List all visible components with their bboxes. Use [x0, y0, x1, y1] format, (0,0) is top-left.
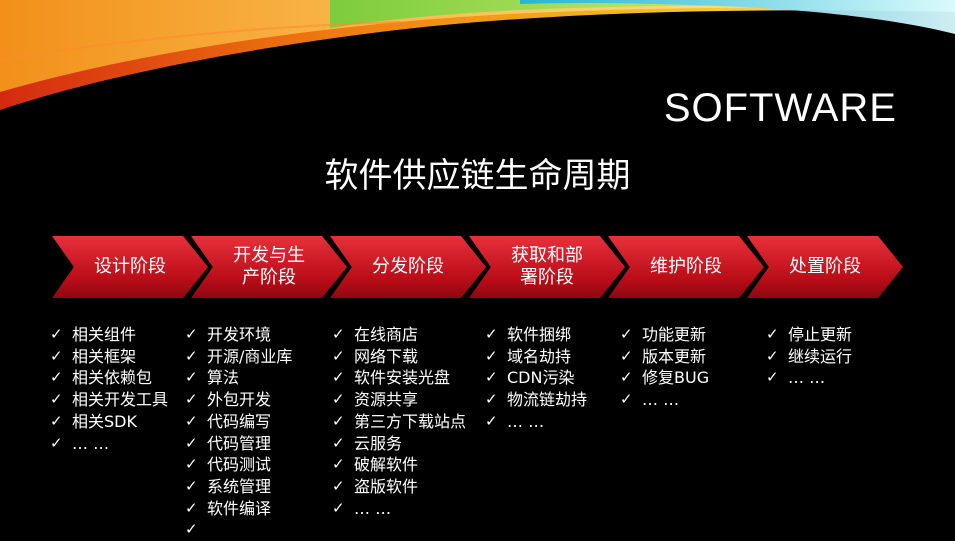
checklist-item: 域名劫持	[485, 346, 620, 368]
checklist-item: CDN污染	[485, 367, 620, 389]
stage-chevron-acquisition: 获取和部 署阶段	[469, 236, 625, 298]
stage-list-distribution: 在线商店网络下载软件安装光盘资源共享第三方下载站点云服务破解软件盗版软件… …	[332, 324, 472, 519]
checklist-item: 开发环境	[185, 324, 320, 346]
brand-title: SOFTWARE	[663, 86, 897, 130]
checklist-item: 破解软件	[332, 454, 472, 476]
checklist-item: 物流链劫持	[485, 389, 620, 411]
stage-list-acquisition: 软件捆绑域名劫持CDN污染物流链劫持… …	[485, 324, 620, 433]
checklist-item: 软件编译	[185, 498, 320, 520]
page-title: 软件供应链生命周期	[324, 156, 631, 196]
stage-chevron-distribution: 分发阶段	[330, 236, 486, 298]
checklist-item: … …	[485, 411, 620, 433]
checklist-item: 资源共享	[332, 389, 472, 411]
checklist-item: 外包开发	[185, 389, 320, 411]
stage-label: 维护阶段	[650, 256, 722, 277]
stage-list-disposal: 停止更新继续运行… …	[766, 324, 901, 389]
checklist-item: 云服务	[332, 433, 472, 455]
checklist-item: 相关依赖包	[50, 367, 185, 389]
checklist-item: 开源/商业库	[185, 346, 320, 368]
stage-label: 开发与生 产阶段	[233, 245, 305, 288]
stage-chevron-maintenance: 维护阶段	[608, 236, 764, 298]
checklist-item: 继续运行	[766, 346, 901, 368]
checklist-item: 版本更新	[620, 346, 755, 368]
checklist-item: 代码测试	[185, 454, 320, 476]
stage-label: 设计阶段	[94, 256, 166, 277]
checklist-item: 修复BUG	[620, 367, 755, 389]
stage-chevron-design: 设计阶段	[52, 236, 208, 298]
stage-label: 分发阶段	[372, 256, 444, 277]
stage-label: 获取和部 署阶段	[511, 245, 583, 288]
checklist-item: 代码管理	[185, 433, 320, 455]
checklist-item: 盗版软件	[332, 476, 472, 498]
checklist-item: … …	[766, 367, 901, 389]
stage-chevron-disposal: 处置阶段	[747, 236, 903, 298]
checklist-item: 网络下载	[332, 346, 472, 368]
checklist-item: 系统管理	[185, 476, 320, 498]
checklist-item: 算法	[185, 367, 320, 389]
checklist-item: 第三方下载站点	[332, 411, 472, 433]
checklist-item: 代码编写	[185, 411, 320, 433]
stage-list-maintenance: 功能更新版本更新修复BUG… …	[620, 324, 755, 411]
stage-list-design: 相关组件相关框架相关依赖包相关开发工具相关SDK… …	[50, 324, 185, 454]
checklist-item: 在线商店	[332, 324, 472, 346]
stage-chevron-row: 设计阶段 开发与生 产阶段 分发阶段 获取和部 署阶段 维护阶段 处置阶段	[52, 236, 912, 300]
checklist-item: … …	[332, 498, 472, 520]
checklist-item: … …	[620, 389, 755, 411]
checklist-item: 相关框架	[50, 346, 185, 368]
stage-label: 处置阶段	[789, 256, 861, 277]
stage-chevron-development: 开发与生 产阶段	[191, 236, 347, 298]
checklist-item: 相关开发工具	[50, 389, 185, 411]
checklist-item: 相关组件	[50, 324, 185, 346]
checklist-item: 软件捆绑	[485, 324, 620, 346]
checklist-item: … …	[50, 433, 185, 455]
checklist-item: 相关SDK	[50, 411, 185, 433]
checklist-item: ​	[185, 519, 320, 541]
checklist-item: 功能更新	[620, 324, 755, 346]
checklist-item: 软件安装光盘	[332, 367, 472, 389]
checklist-item: 停止更新	[766, 324, 901, 346]
stage-list-development: 开发环境开源/商业库算法外包开发代码编写代码管理代码测试系统管理软件编译​	[185, 324, 320, 541]
